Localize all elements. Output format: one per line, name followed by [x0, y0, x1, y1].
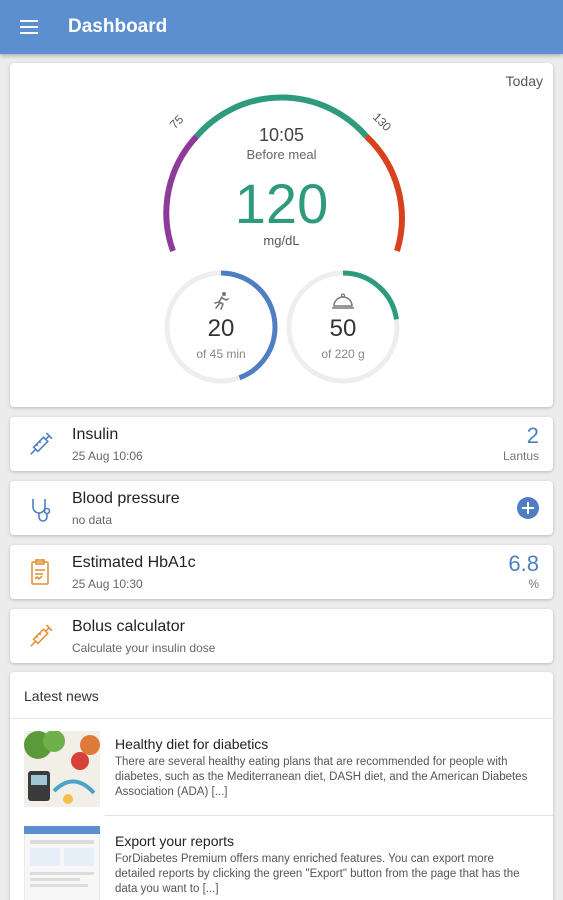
bolus-subtitle: Calculate your insulin dose [72, 641, 216, 655]
insulin-type: Lantus [502, 449, 539, 463]
add-circle-icon[interactable] [517, 497, 539, 519]
hba1c-timestamp: 25 Aug 10:30 [72, 577, 143, 591]
carbs-value: 50 [329, 315, 357, 342]
stethoscope-icon [32, 499, 51, 522]
news-thumbnail-report [24, 826, 100, 900]
bolus-calculator-card[interactable]: Bolus calculator Calculate your insulin … [10, 609, 553, 663]
hba1c-value: 6.8 [508, 551, 539, 576]
carbs-goal: of 220 g [321, 347, 365, 361]
food-cloche-icon [332, 293, 354, 309]
hba1c-title: Estimated HbA1c [72, 554, 196, 571]
news-title: Healthy diet for diabetics [115, 736, 269, 752]
blood-pressure-status: no data [72, 513, 113, 527]
bolus-title: Bolus calculator [72, 618, 185, 635]
glucose-value: 120 [234, 172, 329, 235]
page-title: Dashboard [68, 16, 168, 37]
blood-pressure-card[interactable]: Blood pressure no data [10, 481, 553, 535]
insulin-timestamp: 25 Aug 10:06 [72, 449, 143, 463]
glucose-unit: mg/dL [263, 233, 300, 248]
insulin-title: Insulin [72, 426, 119, 443]
lab-report-icon [31, 559, 49, 585]
activity-value: 20 [207, 315, 235, 342]
activity-ring[interactable]: 20 of 45 min [163, 269, 279, 385]
news-item[interactable]: Export your reports ForDiabetes Premium … [10, 816, 553, 900]
news-heading: Latest news [24, 688, 99, 704]
hba1c-card[interactable]: Estimated HbA1c 25 Aug 10:30 6.8 % [10, 545, 553, 599]
running-person-icon [214, 292, 229, 310]
hamburger-menu-icon[interactable] [0, 0, 60, 54]
insulin-card[interactable]: Insulin 25 Aug 10:06 2 Lantus [10, 417, 553, 471]
insulin-value: 2 [526, 423, 539, 448]
reading-time: 10:05 [258, 125, 305, 145]
blood-pressure-title: Blood pressure [72, 490, 180, 507]
meal-context: Before meal [246, 147, 317, 162]
syringe-icon [30, 624, 53, 647]
news-excerpt: There are several healthy eating plans t… [115, 756, 528, 798]
glucose-summary-card[interactable]: Today 75 130 10:05 Before meal 120 mg/dL… [10, 63, 553, 407]
hba1c-unit: % [528, 577, 539, 591]
news-excerpt: ForDiabetes Premium offers many enriched… [115, 853, 520, 895]
carbs-ring[interactable]: 50 of 220 g [285, 269, 401, 385]
news-thumbnail-healthy-food [24, 731, 100, 807]
activity-goal: of 45 min [196, 347, 246, 361]
app-bar: Dashboard [0, 0, 563, 54]
news-title: Export your reports [115, 833, 235, 849]
syringe-icon [30, 432, 53, 455]
latest-news-card: Latest news Healthy diet for diabetics T… [10, 672, 553, 900]
news-item[interactable]: Healthy diet for diabetics There are sev… [10, 719, 553, 819]
